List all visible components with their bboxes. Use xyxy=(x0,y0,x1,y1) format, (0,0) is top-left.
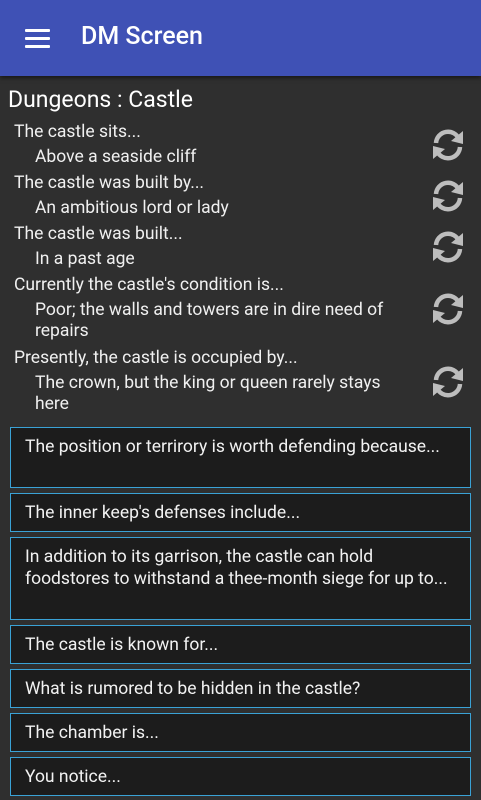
section-title: Dungeons : Castle xyxy=(8,86,193,113)
prompt-card[interactable]: The position or terrirory is worth defen… xyxy=(10,427,471,488)
prompt-card[interactable]: What is rumored to be hidden in the cast… xyxy=(10,669,471,708)
refresh-icon[interactable] xyxy=(428,227,468,267)
generator-answer: An ambitious lord or lady xyxy=(35,198,229,218)
generator-answer: In a past age xyxy=(35,249,135,269)
prompt-card[interactable]: The castle is known for... xyxy=(10,625,471,664)
generator-question: The castle sits... xyxy=(14,122,141,142)
generator-answer: Poor; the walls and towers are in dire n… xyxy=(35,300,384,341)
refresh-icon[interactable] xyxy=(428,289,468,329)
hamburger-menu-icon[interactable] xyxy=(22,24,52,54)
generator-question: The castle was built... xyxy=(14,224,183,244)
prompt-card[interactable]: You notice... xyxy=(10,757,471,796)
app-title: DM Screen xyxy=(81,22,203,51)
generator-question: The castle was built by... xyxy=(14,173,205,193)
refresh-icon[interactable] xyxy=(428,176,468,216)
generator-question: Presently, the castle is occupied by... xyxy=(14,348,298,368)
refresh-icon[interactable] xyxy=(428,125,468,165)
prompt-card[interactable]: The inner keep's defenses include... xyxy=(10,493,471,532)
generator-answer: The crown, but the king or queen rarely … xyxy=(35,373,381,414)
generator-question: Currently the castle's condition is... xyxy=(14,275,284,295)
prompt-card[interactable]: The chamber is... xyxy=(10,713,471,752)
prompt-card[interactable]: In addition to its garrison, the castle … xyxy=(10,537,471,620)
app-bar: DM Screen xyxy=(0,0,481,76)
main-content: Dungeons : Castle The castle sits... Abo… xyxy=(0,78,481,800)
generator-answer: Above a seaside cliff xyxy=(35,147,197,167)
refresh-icon[interactable] xyxy=(428,362,468,402)
